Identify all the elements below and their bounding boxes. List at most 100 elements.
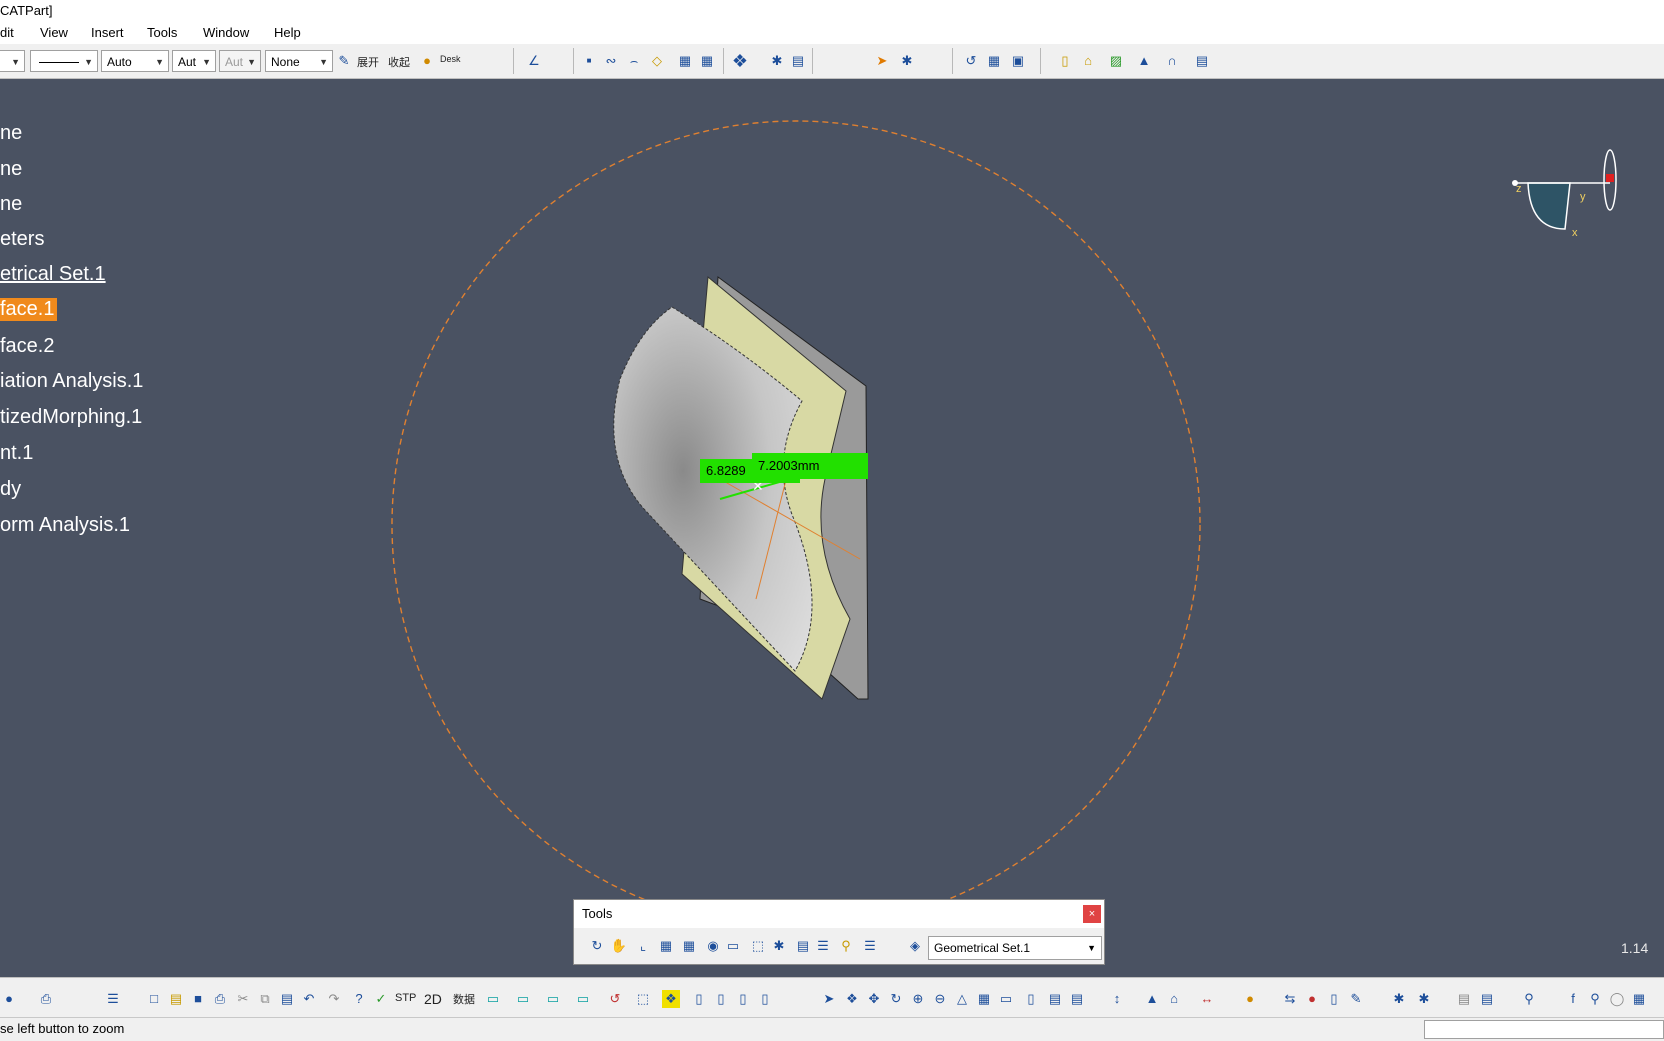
- desk-icon[interactable]: ●: [418, 52, 436, 70]
- line-weight-combo[interactable]: Auto ▼: [101, 50, 169, 72]
- surface-b-icon[interactable]: ▦: [698, 52, 716, 70]
- select-trap-icon[interactable]: ✱: [898, 52, 916, 70]
- table-icon[interactable]: ▦: [1630, 990, 1648, 1008]
- marker-icon[interactable]: ●: [1303, 990, 1321, 1008]
- zoom-in-icon[interactable]: ⊕: [909, 990, 927, 1008]
- menu-insert[interactable]: Insert: [91, 22, 124, 44]
- axis-icon[interactable]: ↺: [962, 52, 980, 70]
- tree-item[interactable]: tizedMorphing.1: [0, 406, 142, 429]
- command-input[interactable]: [1424, 1020, 1664, 1039]
- spline-icon[interactable]: ∾: [602, 52, 620, 70]
- graph-icon[interactable]: ▲: [1143, 990, 1161, 1008]
- view-front-icon[interactable]: ▭: [484, 990, 502, 1008]
- swap-visible-icon[interactable]: ▤: [1068, 990, 1086, 1008]
- fly-icon[interactable]: ➤: [820, 990, 838, 1008]
- multi-view-icon[interactable]: ▦: [975, 990, 993, 1008]
- menu-window[interactable]: Window: [203, 22, 249, 44]
- angle-icon[interactable]: ∠: [525, 52, 543, 70]
- update-icon[interactable]: ↻: [588, 937, 606, 955]
- plot-icon[interactable]: ▨: [1107, 52, 1125, 70]
- point-icon[interactable]: ■: [580, 52, 598, 70]
- frame-a-icon[interactable]: ▤: [1455, 990, 1473, 1008]
- iso-view-icon[interactable]: ▭: [997, 990, 1015, 1008]
- zoom-out-icon[interactable]: ⊖: [931, 990, 949, 1008]
- cylinder-c-icon[interactable]: ▯: [734, 990, 752, 1008]
- expand-button[interactable]: 展开: [357, 54, 379, 70]
- work-on-support-icon[interactable]: ▦: [680, 937, 698, 955]
- select-arrow-icon[interactable]: ➤: [873, 52, 891, 70]
- point-type-combo[interactable]: Aut ▼: [172, 50, 216, 72]
- menu-help[interactable]: Help: [274, 22, 301, 44]
- tool-icon[interactable]: ⚲: [1520, 990, 1538, 1008]
- axis-system-icon[interactable]: ⌞: [634, 937, 652, 955]
- close-button[interactable]: ×: [1083, 905, 1101, 923]
- tree-item-geometrical-set[interactable]: etrical Set.1: [0, 263, 106, 286]
- rule-icon[interactable]: ●: [1241, 990, 1259, 1008]
- house-view-icon[interactable]: ⌂: [1165, 990, 1183, 1008]
- tree-item-selected-surface[interactable]: face.1: [0, 298, 58, 321]
- check-icon[interactable]: ✓: [372, 990, 390, 1008]
- data-button[interactable]: 数据: [453, 991, 475, 1007]
- chain-icon[interactable]: ✱: [1415, 990, 1433, 1008]
- current-set-select[interactable]: Geometrical Set.1 ▼: [928, 936, 1102, 960]
- compass-widget[interactable]: [1512, 149, 1617, 230]
- dashed-box-icon[interactable]: ⬚: [749, 937, 767, 955]
- stp-button[interactable]: STP: [395, 992, 416, 1004]
- rotate-icon[interactable]: ↻: [887, 990, 905, 1008]
- grid-icon[interactable]: ▦: [657, 937, 675, 955]
- paste-icon[interactable]: ▤: [278, 990, 296, 1008]
- table-icon[interactable]: ▤: [789, 52, 807, 70]
- cylinder-icon[interactable]: ▯: [1056, 52, 1074, 70]
- lamp-icon[interactable]: ◯: [1608, 990, 1626, 1008]
- shading-icon[interactable]: ▯: [1022, 990, 1040, 1008]
- tools-panel[interactable]: Tools × ↻ ✋ ⌞ ▦ ▦ ◉ ▭ ⬚ ✱ ▤ ☰ ⚲ ☰ ◈ Geom…: [573, 899, 1105, 965]
- copy-icon[interactable]: ⧉: [256, 990, 274, 1008]
- painter-icon[interactable]: ✎: [335, 52, 353, 70]
- list-icon[interactable]: ☰: [861, 937, 879, 955]
- hide-show-icon[interactable]: ▤: [1046, 990, 1064, 1008]
- tree-item[interactable]: eters: [0, 228, 44, 251]
- dimension-icon[interactable]: ↔: [1198, 990, 1216, 1008]
- desk-button[interactable]: Desk: [440, 54, 461, 64]
- tree-item[interactable]: ne: [0, 193, 22, 216]
- undo-icon[interactable]: ↶: [300, 990, 318, 1008]
- line-type-combo[interactable]: ▼: [30, 50, 98, 72]
- color-combo[interactable]: ▼: [0, 50, 25, 72]
- hand-icon[interactable]: ✋: [610, 937, 628, 955]
- curve-icon[interactable]: ⌢: [625, 52, 643, 70]
- menu-view[interactable]: View: [40, 22, 68, 44]
- frame-b-icon[interactable]: ▤: [1478, 990, 1496, 1008]
- mountain-icon[interactable]: ▲: [1135, 52, 1153, 70]
- tree-item[interactable]: ne: [0, 122, 22, 145]
- tree-item[interactable]: face.2: [0, 335, 54, 358]
- view-left-icon[interactable]: ▭: [544, 990, 562, 1008]
- tree-item[interactable]: iation Analysis.1: [0, 370, 143, 393]
- print-icon[interactable]: ⎙: [211, 990, 229, 1008]
- comment-icon[interactable]: ⚲: [1586, 990, 1604, 1008]
- align-icon[interactable]: ⇆: [1281, 990, 1299, 1008]
- cylinder-d-icon[interactable]: ▯: [756, 990, 774, 1008]
- tree-item[interactable]: dy: [0, 478, 21, 501]
- tree-expand-icon[interactable]: ☰: [104, 990, 122, 1008]
- cylinder-b-icon[interactable]: ▯: [712, 990, 730, 1008]
- pan-icon[interactable]: ✥: [865, 990, 883, 1008]
- print-setup-icon[interactable]: ⎙: [37, 990, 55, 1008]
- axis-link-icon[interactable]: ↕: [1108, 990, 1126, 1008]
- report-icon[interactable]: ▤: [1193, 52, 1211, 70]
- surface-a-icon[interactable]: ▦: [676, 52, 694, 70]
- menu-tools[interactable]: Tools: [147, 22, 177, 44]
- cylinder-a-icon[interactable]: ▯: [690, 990, 708, 1008]
- fit-all-icon[interactable]: ❖: [843, 990, 861, 1008]
- redo-icon[interactable]: ↷: [325, 990, 343, 1008]
- tree-item[interactable]: nt.1: [0, 442, 33, 465]
- 2d-button[interactable]: 2D: [424, 991, 442, 1007]
- snap-icon[interactable]: ▣: [1009, 52, 1027, 70]
- 3d-viewport[interactable]: ✕ 6.8289 7.2003mm z y x ne ne ne eters e…: [0, 79, 1664, 977]
- network-icon[interactable]: ✱: [1390, 990, 1408, 1008]
- catalog-icon[interactable]: ▤: [794, 937, 812, 955]
- paint-icon[interactable]: ✎: [1347, 990, 1365, 1008]
- grid-icon[interactable]: ▦: [985, 52, 1003, 70]
- cube-icon[interactable]: ▭: [724, 937, 742, 955]
- save-icon[interactable]: ■: [189, 990, 207, 1008]
- tree-item[interactable]: orm Analysis.1: [0, 514, 130, 537]
